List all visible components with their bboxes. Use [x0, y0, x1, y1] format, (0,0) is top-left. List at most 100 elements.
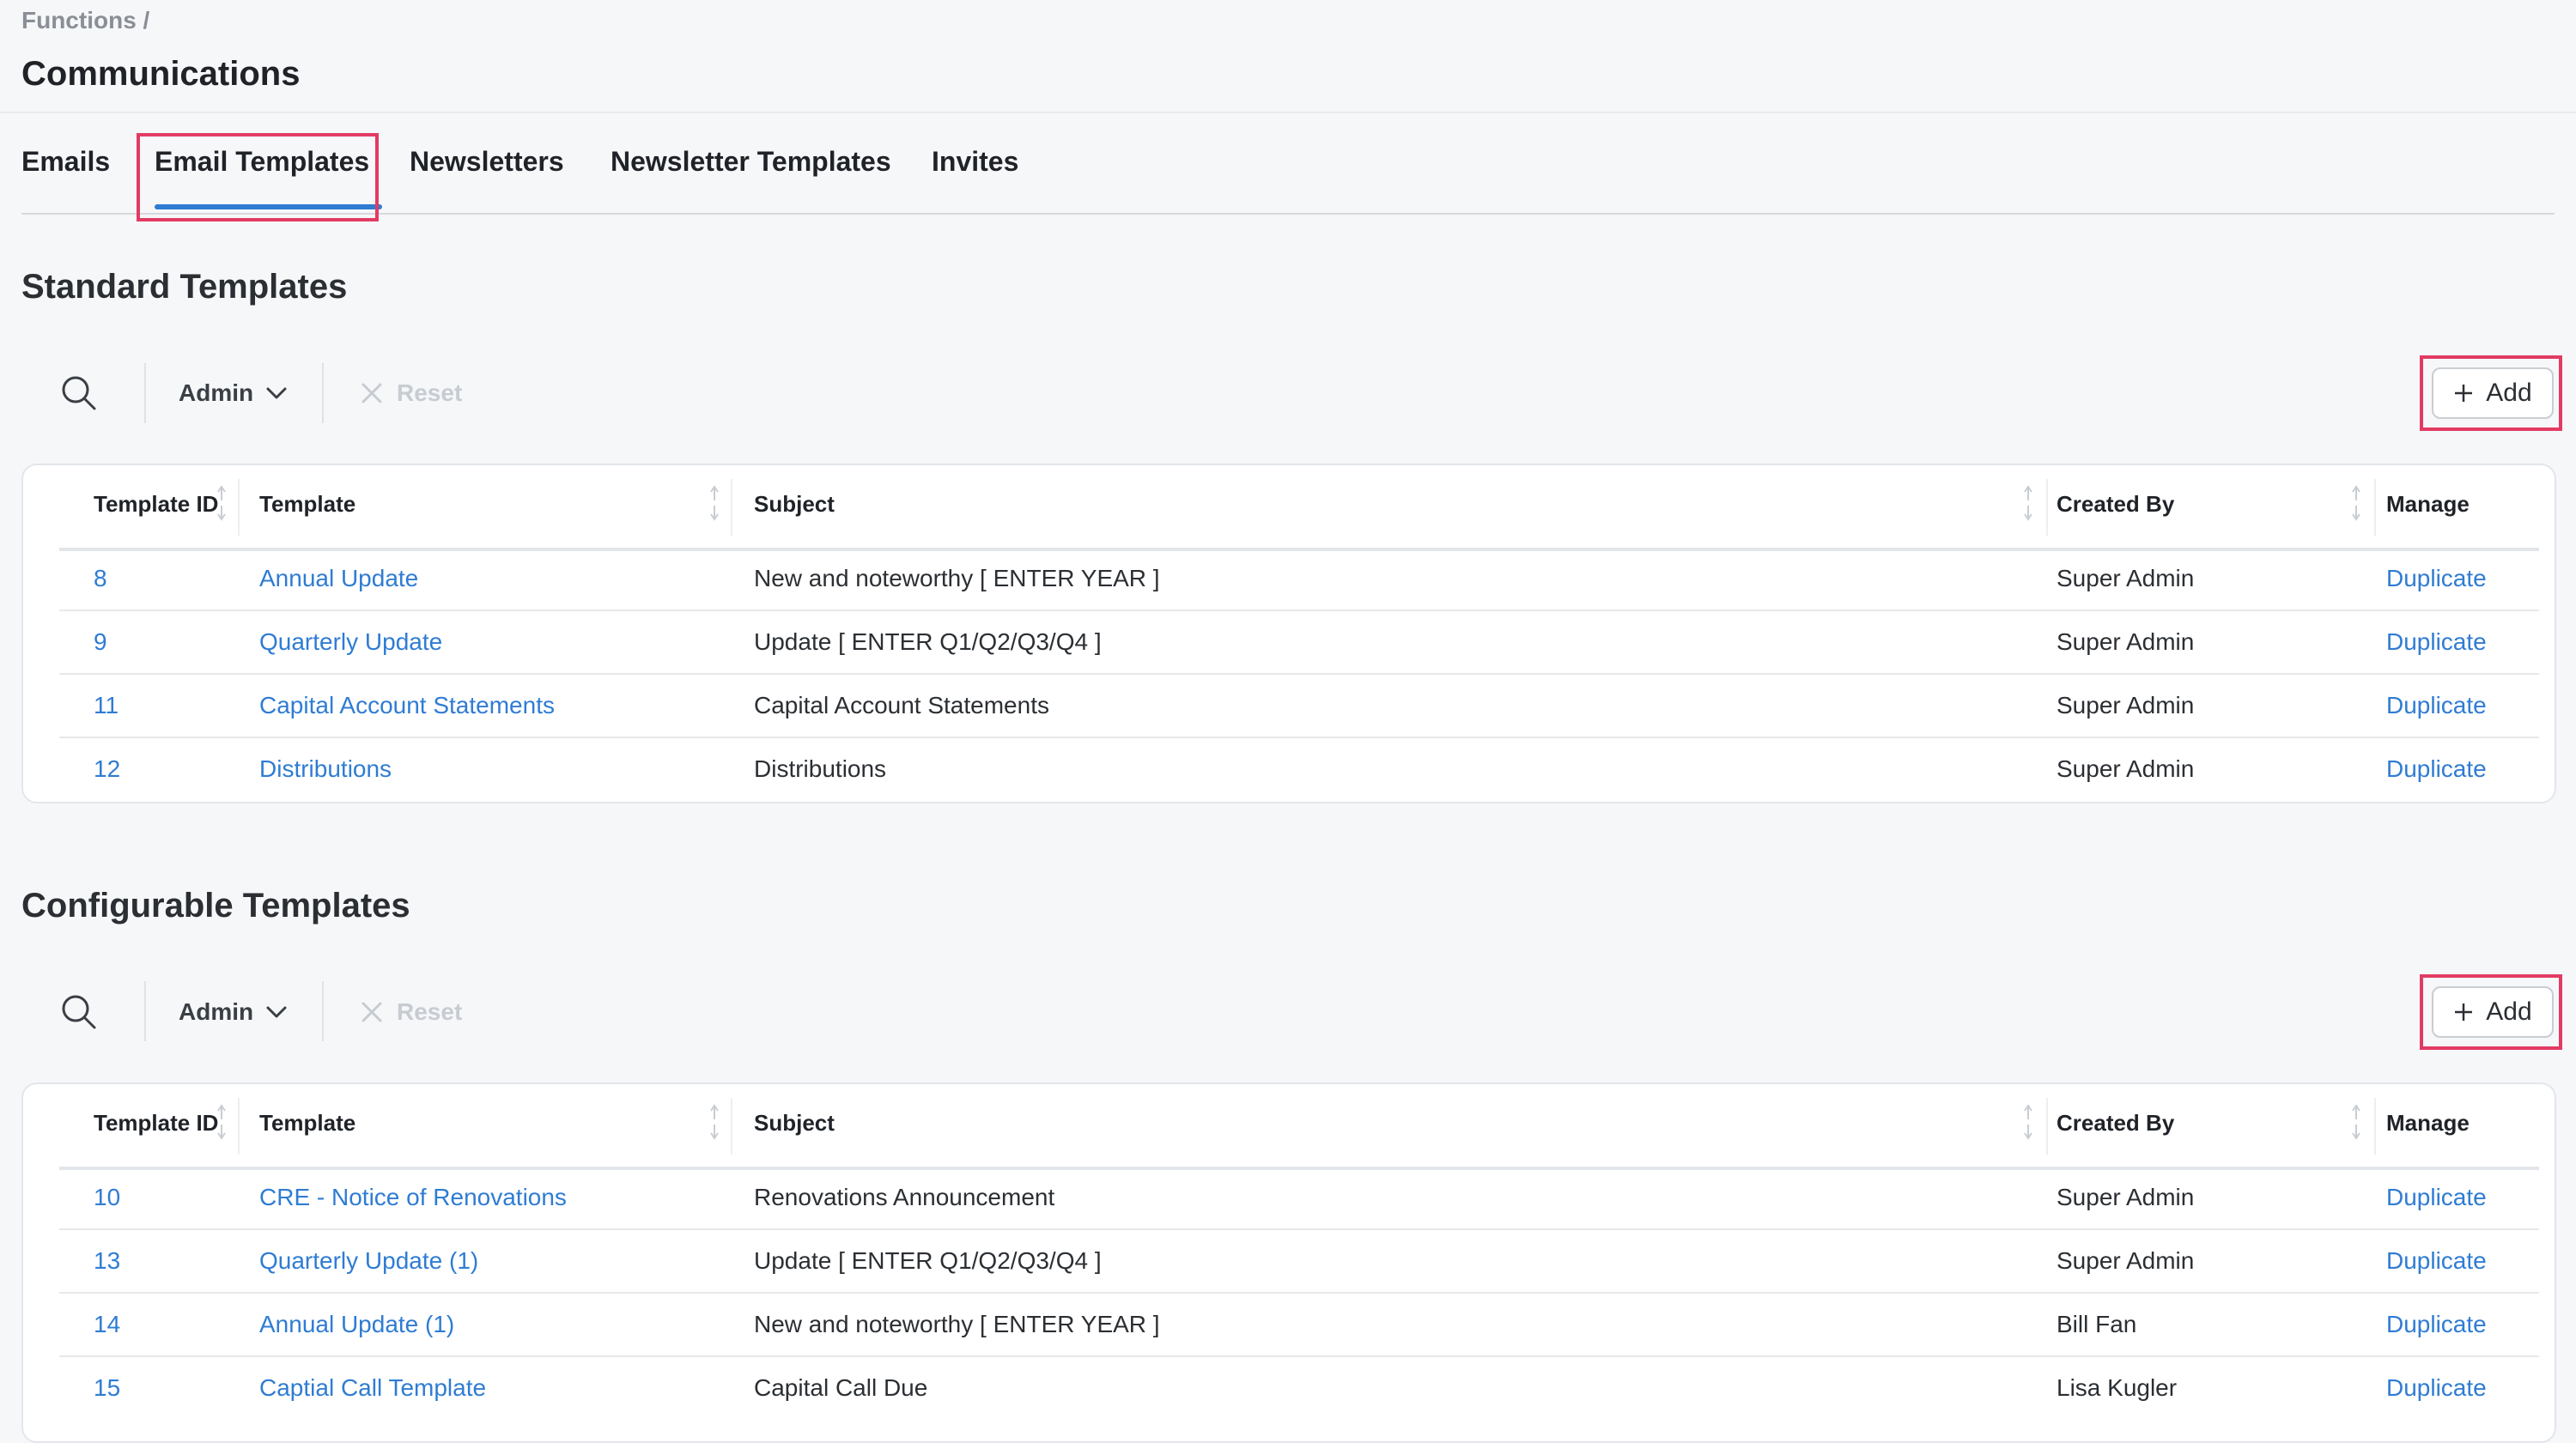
sort-icon[interactable] — [216, 1103, 228, 1141]
add-button[interactable]: Add — [2432, 367, 2554, 419]
created-by-text: Super Admin — [2057, 565, 2195, 591]
reset-label: Reset — [397, 998, 463, 1025]
page-title: Communications — [21, 55, 301, 93]
subject-text: Renovations Announcement — [754, 1184, 1055, 1210]
template-id-link[interactable]: 11 — [94, 692, 118, 719]
column-header-subject[interactable]: Subject — [754, 491, 835, 518]
close-icon — [361, 1002, 382, 1022]
toolbar-divider — [144, 981, 146, 1041]
column-header-template[interactable]: Template — [259, 1110, 355, 1137]
page-header: Functions / Communications — [0, 0, 2576, 113]
column-separator — [731, 479, 732, 536]
template-name-link[interactable]: Distributions — [259, 755, 392, 783]
created-by-text: Super Admin — [2057, 692, 2195, 718]
sort-icon[interactable] — [2022, 1103, 2034, 1141]
template-name-link[interactable]: Annual Update (1) — [259, 1311, 454, 1338]
tab-newsletters[interactable]: Newsletters — [410, 146, 564, 178]
tab-newsletter-templates[interactable]: Newsletter Templates — [611, 146, 891, 178]
duplicate-link[interactable]: Duplicate — [2386, 755, 2487, 783]
created-by-text: Super Admin — [2057, 628, 2195, 655]
template-id-link[interactable]: 9 — [94, 628, 107, 656]
column-header-manage: Manage — [2386, 491, 2470, 517]
close-icon — [361, 383, 382, 403]
add-button[interactable]: Add — [2432, 986, 2554, 1038]
duplicate-link[interactable]: Duplicate — [2386, 565, 2487, 592]
column-header-created-by[interactable]: Created By — [2057, 1110, 2174, 1137]
template-id-link[interactable]: 12 — [94, 755, 120, 783]
subject-text: New and noteworthy [ ENTER YEAR ] — [754, 1311, 1160, 1337]
template-name-link[interactable]: Annual Update — [259, 565, 418, 592]
sort-icon[interactable] — [216, 484, 228, 522]
breadcrumb[interactable]: Functions / — [21, 7, 149, 34]
section-title-configurable: Configurable Templates — [21, 887, 410, 925]
table-row: 9 Quarterly Update Update [ ENTER Q1/Q2/… — [59, 611, 2539, 675]
column-header-template-id[interactable]: Template ID — [94, 491, 218, 518]
column-header-template-id[interactable]: Template ID — [94, 1110, 218, 1137]
template-id-link[interactable]: 14 — [94, 1311, 120, 1338]
sort-icon[interactable] — [2022, 484, 2034, 522]
subject-text: Update [ ENTER Q1/Q2/Q3/Q4 ] — [754, 1247, 1102, 1274]
reset-button[interactable]: Reset — [361, 998, 462, 1026]
standard-templates-table: Template ID Template Subject Created By … — [21, 464, 2556, 803]
created-by-text: Super Admin — [2057, 1184, 2195, 1210]
column-separator — [238, 479, 240, 536]
duplicate-link[interactable]: Duplicate — [2386, 1184, 2487, 1211]
duplicate-link[interactable]: Duplicate — [2386, 1311, 2487, 1338]
search-icon[interactable] — [58, 991, 100, 1033]
column-separator — [2374, 479, 2376, 536]
template-id-link[interactable]: 13 — [94, 1247, 120, 1275]
subject-text: Update [ ENTER Q1/Q2/Q3/Q4 ] — [754, 628, 1102, 655]
admin-filter-dropdown[interactable]: Admin — [179, 379, 288, 407]
tab-highlight-box — [137, 133, 379, 221]
subject-text: Capital Account Statements — [754, 692, 1049, 718]
column-header-template[interactable]: Template — [259, 491, 355, 518]
search-icon[interactable] — [58, 373, 100, 414]
section-title-standard: Standard Templates — [21, 268, 348, 306]
reset-button[interactable]: Reset — [361, 379, 462, 407]
toolbar-divider — [144, 363, 146, 423]
tab-bar: Emails Email Templates Newsletters Newsl… — [21, 137, 2555, 215]
toolbar-divider — [322, 363, 324, 423]
duplicate-link[interactable]: Duplicate — [2386, 692, 2487, 719]
add-label: Add — [2486, 997, 2532, 1026]
chevron-down-icon — [266, 1006, 287, 1018]
column-header-manage: Manage — [2386, 1110, 2470, 1136]
column-separator — [2046, 1098, 2048, 1155]
template-name-link[interactable]: CRE - Notice of Renovations — [259, 1184, 567, 1211]
created-by-text: Super Admin — [2057, 755, 2195, 782]
subject-text: Distributions — [754, 755, 887, 782]
created-by-text: Lisa Kugler — [2057, 1374, 2178, 1401]
template-id-link[interactable]: 15 — [94, 1374, 120, 1402]
duplicate-link[interactable]: Duplicate — [2386, 628, 2487, 656]
sort-icon[interactable] — [2350, 484, 2362, 522]
column-header-created-by[interactable]: Created By — [2057, 491, 2174, 518]
admin-filter-dropdown[interactable]: Admin — [179, 998, 288, 1026]
admin-filter-label: Admin — [179, 379, 254, 406]
sort-icon[interactable] — [708, 484, 720, 522]
toolbar-divider — [322, 981, 324, 1041]
sort-icon[interactable] — [708, 1103, 720, 1141]
column-separator — [731, 1098, 732, 1155]
created-by-text: Super Admin — [2057, 1247, 2195, 1274]
template-name-link[interactable]: Captial Call Template — [259, 1374, 486, 1402]
table-row: 15 Captial Call Template Capital Call Du… — [59, 1357, 2539, 1419]
template-id-link[interactable]: 10 — [94, 1184, 120, 1211]
template-name-link[interactable]: Quarterly Update — [259, 628, 442, 656]
column-header-subject[interactable]: Subject — [754, 1110, 835, 1137]
tab-emails[interactable]: Emails — [21, 146, 110, 178]
column-separator — [2374, 1098, 2376, 1155]
subject-text: Capital Call Due — [754, 1374, 928, 1401]
duplicate-link[interactable]: Duplicate — [2386, 1374, 2487, 1402]
table-row: 10 CRE - Notice of Renovations Renovatio… — [59, 1167, 2539, 1230]
template-name-link[interactable]: Quarterly Update (1) — [259, 1247, 478, 1275]
table-row: 13 Quarterly Update (1) Update [ ENTER Q… — [59, 1230, 2539, 1294]
chevron-down-icon — [266, 387, 287, 399]
template-id-link[interactable]: 8 — [94, 565, 107, 592]
tab-invites[interactable]: Invites — [932, 146, 1018, 178]
sort-icon[interactable] — [2350, 1103, 2362, 1141]
column-separator — [238, 1098, 240, 1155]
template-name-link[interactable]: Capital Account Statements — [259, 692, 555, 719]
plus-icon — [2455, 1003, 2473, 1021]
duplicate-link[interactable]: Duplicate — [2386, 1247, 2487, 1275]
column-separator — [2046, 479, 2048, 536]
